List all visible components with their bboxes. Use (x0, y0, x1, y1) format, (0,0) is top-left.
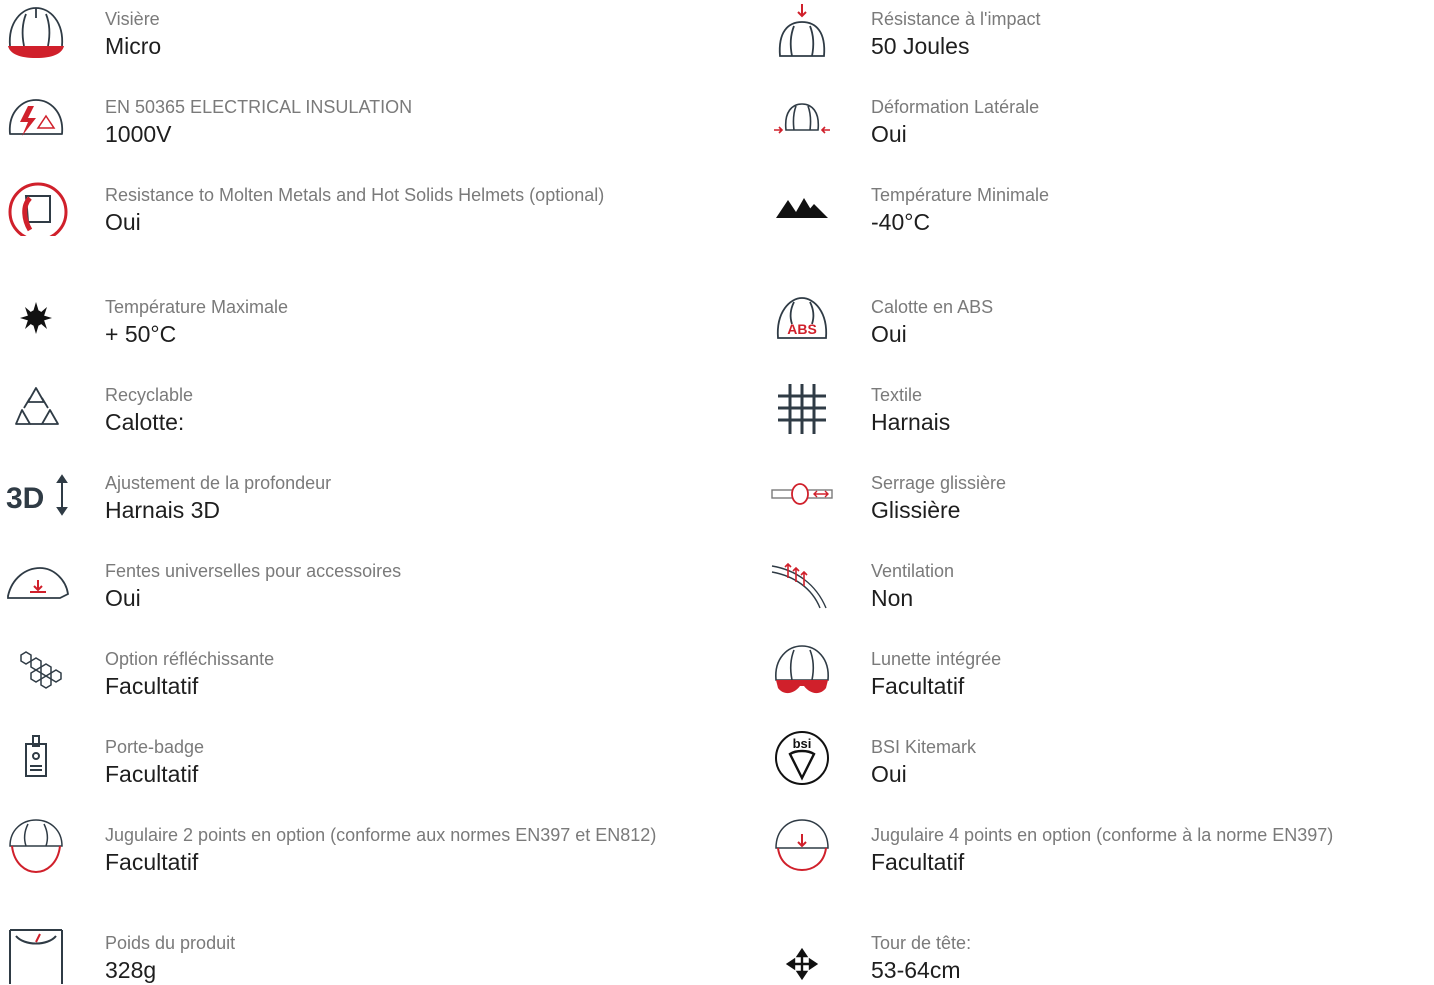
feature-label: Température Minimale (871, 185, 1050, 205)
lateral-deformation-icon (766, 88, 838, 148)
feature-label: Déformation Latérale (871, 97, 1040, 117)
feature-value: Non (871, 585, 914, 611)
weight-scale-icon (0, 924, 72, 984)
feature-value: 1000V (105, 121, 172, 147)
ventilation-icon (766, 552, 838, 612)
chinstrap-2pt-icon (0, 816, 72, 876)
feature-label: EN 50365 ELECTRICAL INSULATION (105, 97, 413, 117)
feature-textile: Textile Harnais (766, 376, 1434, 456)
feature-label: Ventilation (871, 561, 955, 581)
electrical-insulation-icon (0, 88, 72, 148)
feature-bsi-kitemark: bsi BSI Kitemark Oui (766, 728, 1434, 808)
feature-value: Oui (871, 321, 907, 347)
move-arrows-icon (766, 924, 838, 984)
feature-label: Lunette intégrée (871, 649, 1002, 669)
depth-3d-text: 3D (6, 482, 44, 515)
feature-value: -40°C (871, 209, 931, 235)
bsi-kitemark-icon: bsi (766, 728, 838, 788)
reflective-hexagon-icon (0, 640, 72, 700)
feature-abs-shell: ABS Calotte en ABS Oui (766, 288, 1434, 368)
feature-value: Facultatif (105, 673, 199, 699)
feature-integrated-eyewear: Lunette intégrée Facultatif (766, 640, 1434, 720)
feature-badge-holder: Porte-badge Facultatif (0, 728, 700, 808)
recycle-icon (0, 376, 72, 436)
molten-metal-icon (0, 176, 72, 236)
feature-accessory-slots: Fentes universelles pour accessoires Oui (0, 552, 700, 632)
integrated-eyewear-icon (766, 640, 838, 700)
feature-product-weight: Poids du produit 328g (0, 924, 700, 984)
feature-depth-adjustment: 3D Ajustement de la profondeur Harnais 3… (0, 464, 700, 544)
badge-holder-icon (0, 728, 72, 788)
feature-value: Facultatif (105, 761, 199, 787)
feature-label: Serrage glissière (871, 473, 1007, 493)
feature-value: Facultatif (105, 849, 199, 875)
feature-label: Tour de tête: (871, 933, 972, 953)
feature-value: Harnais 3D (105, 497, 221, 523)
feature-value: Oui (871, 121, 907, 147)
accessory-slot-icon (0, 552, 72, 612)
feature-slide-adjust: Serrage glissière Glissière (766, 464, 1434, 544)
abs-shell-text: ABS (787, 321, 817, 337)
feature-label: Visière (105, 9, 160, 29)
feature-label: Porte-badge (105, 737, 205, 757)
feature-label: Jugulaire 2 points en option (conforme a… (105, 825, 657, 845)
feature-value: Micro (105, 33, 162, 59)
feature-label: BSI Kitemark (871, 737, 977, 757)
mountains-icon (766, 176, 838, 236)
feature-molten-metal: Resistance to Molten Metals and Hot Soli… (0, 176, 700, 276)
feature-value: 53-64cm (871, 957, 961, 983)
feature-value: Glissière (871, 497, 961, 523)
feature-value: + 50°C (105, 321, 177, 347)
feature-chinstrap-4pt: Jugulaire 4 points en option (conforme à… (766, 816, 1434, 916)
feature-label: Recyclable (105, 385, 194, 405)
feature-ventilation: Ventilation Non (766, 552, 1434, 632)
abs-shell-icon: ABS (766, 288, 838, 348)
feature-recyclable: Recyclable Calotte: (0, 376, 700, 456)
feature-label: Fentes universelles pour accessoires (105, 561, 402, 581)
feature-value: Facultatif (871, 849, 965, 875)
slide-adjust-icon (766, 464, 838, 524)
feature-label: Température Maximale (105, 297, 289, 317)
feature-lateral-deformation: Déformation Latérale Oui (766, 88, 1434, 168)
feature-label: Textile (871, 385, 923, 405)
feature-min-temperature: Température Minimale -40°C (766, 176, 1434, 276)
feature-value: Facultatif (871, 673, 965, 699)
feature-value: 50 Joules (871, 33, 970, 59)
impact-helmet-icon (766, 0, 838, 60)
feature-electrical-insulation: EN 50365 ELECTRICAL INSULATION 1000V (0, 88, 700, 168)
feature-head-size: Tour de tête: 53-64cm (766, 924, 1434, 984)
feature-label: Ajustement de la profondeur (105, 473, 332, 493)
feature-impact-resistance: Résistance à l'impact 50 Joules (766, 0, 1434, 80)
feature-label: Option réfléchissante (105, 649, 275, 669)
feature-label: Poids du produit (105, 933, 236, 953)
feature-reflective-option: Option réfléchissante Facultatif (0, 640, 700, 720)
feature-label: Resistance to Molten Metals and Hot Soli… (105, 185, 605, 205)
feature-value: Harnais (871, 409, 951, 435)
sun-icon (0, 288, 72, 348)
feature-visor: Visière Micro (0, 0, 700, 80)
chinstrap-4pt-icon (766, 816, 838, 876)
feature-label: Résistance à l'impact (871, 9, 1041, 29)
feature-value: Oui (105, 585, 141, 611)
feature-value: Oui (105, 209, 141, 235)
depth-3d-icon: 3D (0, 464, 72, 524)
feature-chinstrap-2pt: Jugulaire 2 points en option (conforme a… (0, 816, 700, 916)
visor-helmet-icon (0, 0, 72, 60)
feature-label: Jugulaire 4 points en option (conforme à… (871, 825, 1334, 845)
bsi-text: bsi (793, 736, 812, 751)
feature-label: Calotte en ABS (871, 297, 994, 317)
feature-max-temperature: Température Maximale + 50°C (0, 288, 700, 368)
feature-value: Calotte: (105, 409, 185, 435)
feature-value: Oui (871, 761, 907, 787)
textile-weave-icon (766, 376, 838, 436)
feature-value: 328g (105, 957, 157, 983)
